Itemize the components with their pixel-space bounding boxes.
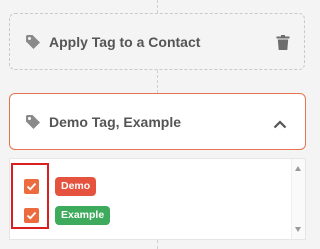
scroll-down-arrow-icon[interactable] xyxy=(295,227,301,232)
trash-icon[interactable] xyxy=(276,35,290,50)
step-title: Demo Tag, Example xyxy=(49,113,182,130)
flow-connector-top xyxy=(157,0,158,13)
flow-connector-bottom xyxy=(157,240,158,249)
selected-tags-step-card[interactable]: Demo Tag, Example xyxy=(9,93,306,150)
dropdown-scrollbar[interactable] xyxy=(291,159,305,239)
flow-connector-middle xyxy=(157,70,158,93)
tag-icon xyxy=(25,114,41,130)
tag-options-dropdown: Demo Tag Example xyxy=(9,158,306,240)
scroll-up-arrow-icon[interactable] xyxy=(295,166,301,171)
tag-badge: Demo Tag xyxy=(55,176,97,211)
tag-icon xyxy=(25,34,41,50)
checkbox-highlight-annotation xyxy=(11,163,49,229)
chevron-up-icon[interactable] xyxy=(273,116,287,129)
step-title: Apply Tag to a Contact xyxy=(49,33,201,50)
tag-badge: Example xyxy=(55,205,111,225)
apply-tag-step-card[interactable]: Apply Tag to a Contact xyxy=(9,13,305,70)
